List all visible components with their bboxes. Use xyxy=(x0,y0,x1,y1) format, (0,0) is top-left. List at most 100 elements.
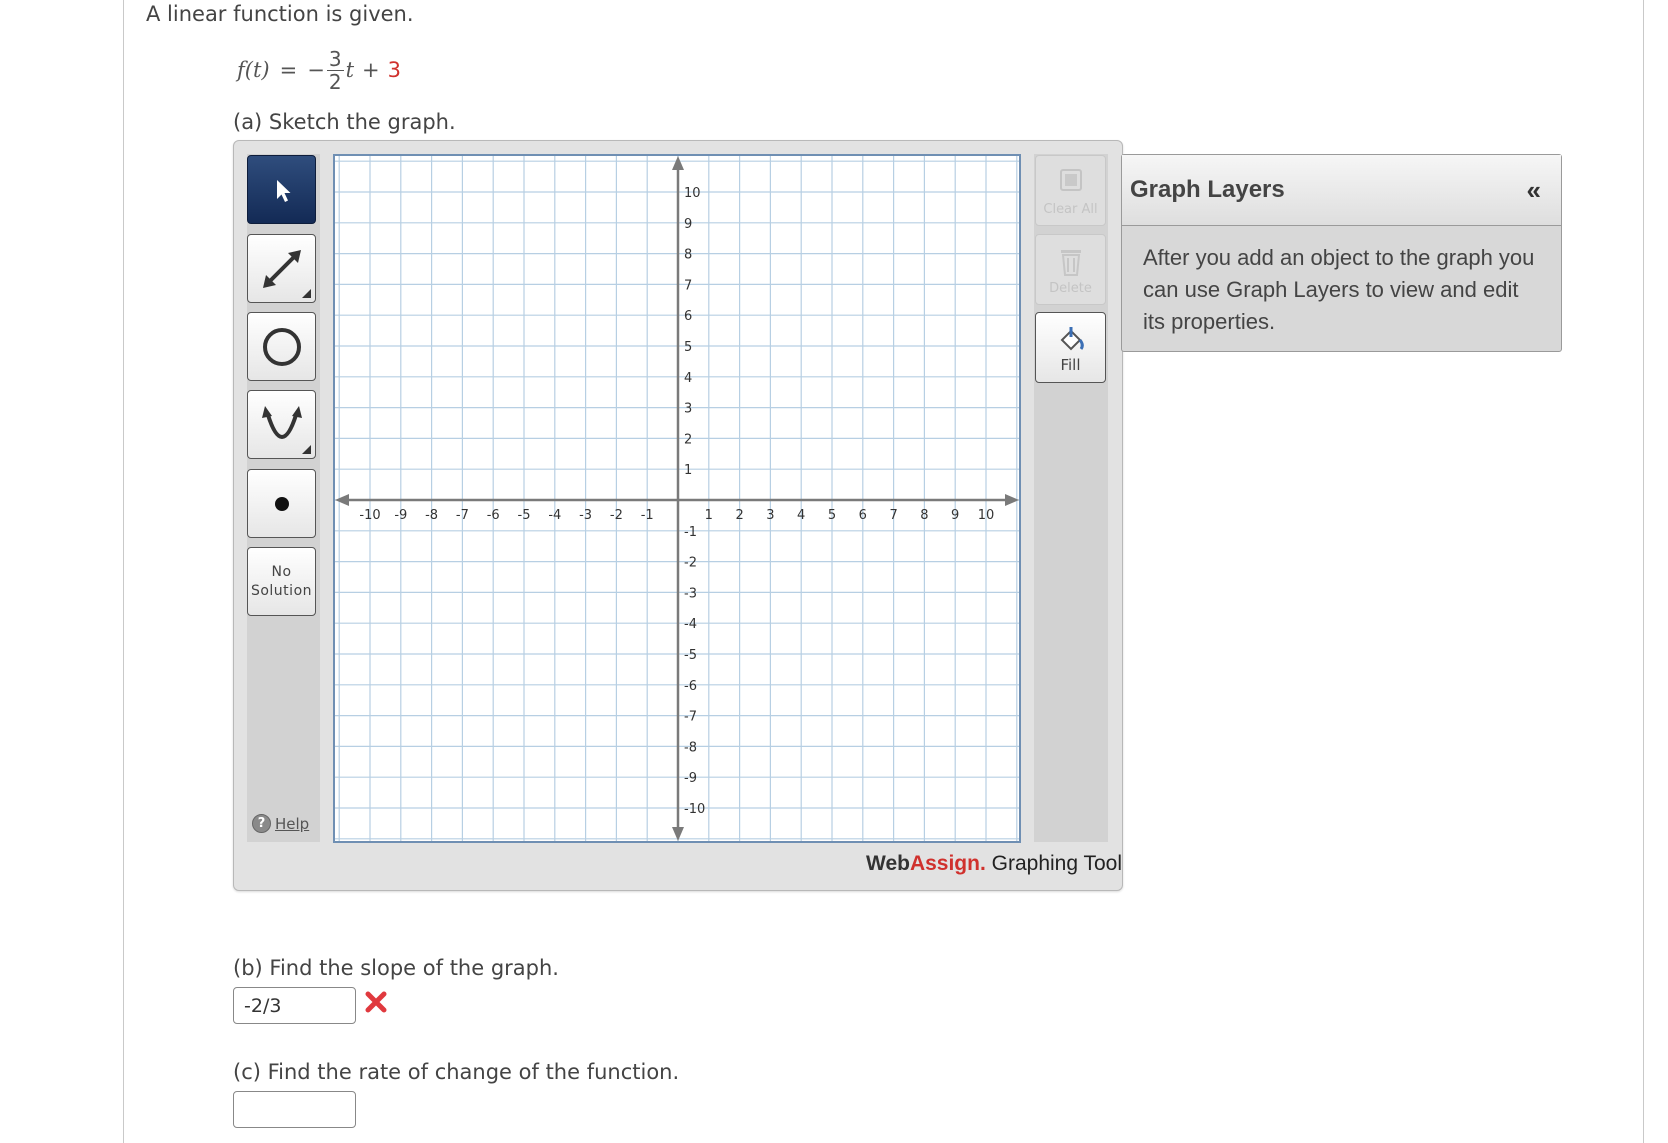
y-tick-label: -7 xyxy=(684,710,697,725)
function-formula: f(t) = − 3 2 t + 3 xyxy=(237,40,401,100)
page-border-right xyxy=(1643,0,1644,1143)
x-tick-label: 5 xyxy=(828,508,836,523)
y-axis-top-arrow xyxy=(672,156,684,170)
y-tick-label: 10 xyxy=(684,186,701,201)
webassign-brand: WebAssign. Graphing Tool xyxy=(866,852,1122,876)
parabola-tool-button[interactable] xyxy=(247,390,316,459)
x-tick-label: -4 xyxy=(548,508,561,523)
y-tick-label: 8 xyxy=(684,248,692,263)
brand-assign: Assign. xyxy=(909,852,986,875)
formula-constant: 3 xyxy=(387,58,401,82)
point-tool-button[interactable] xyxy=(247,469,316,538)
y-tick-label: 9 xyxy=(684,217,692,232)
parabola-tool-menu-corner xyxy=(302,445,311,454)
y-tick-label: 6 xyxy=(684,309,692,324)
x-tick-label: -3 xyxy=(579,508,592,523)
y-tick-label: 1 xyxy=(684,463,692,478)
x-tick-label: -2 xyxy=(610,508,623,523)
x-tick-label: 10 xyxy=(978,508,995,523)
line-tool-icon xyxy=(262,249,301,288)
collapse-icon[interactable]: « xyxy=(1527,175,1541,206)
brand-web: Web xyxy=(866,852,910,875)
y-tick-label: 5 xyxy=(684,340,692,355)
clear-all-label: Clear All xyxy=(1043,202,1098,217)
y-tick-label: -5 xyxy=(684,648,697,663)
y-tick-label: -4 xyxy=(684,617,697,632)
y-tick-label: 4 xyxy=(684,371,692,386)
x-tick-label: 3 xyxy=(766,508,774,523)
no-solution-button[interactable]: No Solution xyxy=(247,547,316,616)
y-tick-label: -2 xyxy=(684,556,697,571)
delete-label: Delete xyxy=(1049,281,1092,296)
x-tick-label: 7 xyxy=(889,508,897,523)
part-b-label: (b) Find the slope of the graph. xyxy=(233,956,559,980)
fill-label: Fill xyxy=(1060,356,1081,374)
coordinate-grid: -10 -9 -8 -7 -6 -5 -4 -3 -2 -1 1 2 3 4 5 6 7 8 9 10 10 9 8 7 6 5 4… xyxy=(335,156,1019,841)
formula-sign: − xyxy=(307,58,325,82)
formula-lhs: f(t) xyxy=(237,58,270,82)
question-intro: A linear function is given. xyxy=(146,2,414,26)
graph-layers-description: After you add an object to the graph you… xyxy=(1143,245,1535,334)
no-solution-line2: Solution xyxy=(250,582,313,599)
circle-tool-button[interactable] xyxy=(247,312,316,381)
x-tick-label: 6 xyxy=(859,508,867,523)
circle-tool-icon xyxy=(262,327,301,366)
line-tool-button[interactable] xyxy=(247,234,316,303)
y-tick-label: 3 xyxy=(684,402,692,417)
formula-denominator: 2 xyxy=(328,69,342,94)
x-tick-label: 4 xyxy=(797,508,805,523)
trash-icon xyxy=(1060,250,1081,276)
help-link[interactable]: ? Help xyxy=(252,814,309,833)
help-icon: ? xyxy=(252,814,271,833)
y-tick-label: -9 xyxy=(684,771,697,786)
y-tick-label: -6 xyxy=(684,679,697,694)
x-tick-label: -10 xyxy=(359,508,380,523)
delete-button[interactable]: Delete xyxy=(1035,234,1106,305)
point-tool-icon xyxy=(274,496,289,511)
incorrect-x-icon xyxy=(365,991,387,1013)
y-tick-label: -8 xyxy=(684,740,697,755)
slope-answer-input[interactable]: -2/3 xyxy=(233,987,356,1024)
x-tick-label: -7 xyxy=(456,508,469,523)
rate-of-change-input[interactable] xyxy=(233,1091,356,1128)
graph-layers-header: Graph Layers « xyxy=(1122,155,1561,226)
pointer-tool-button[interactable] xyxy=(247,155,316,224)
graph-layers-title: Graph Layers xyxy=(1130,176,1285,203)
x-tick-label: -8 xyxy=(425,508,438,523)
x-tick-label: -1 xyxy=(641,508,654,523)
formula-plus: + xyxy=(362,58,380,82)
x-tick-label: -6 xyxy=(487,508,500,523)
fill-button[interactable]: Fill xyxy=(1035,312,1106,383)
x-tick-label: -5 xyxy=(518,508,531,523)
graph-layers-panel: Graph Layers « After you add an object t… xyxy=(1121,154,1562,352)
y-tick-label: -1 xyxy=(684,525,697,540)
clear-all-button[interactable]: Clear All xyxy=(1035,155,1106,226)
y-tick-label: -10 xyxy=(684,802,705,817)
formula-variable: t xyxy=(345,58,355,82)
formula-numerator: 3 xyxy=(326,46,344,71)
part-c-label: (c) Find the rate of change of the funct… xyxy=(233,1060,680,1084)
clear-all-icon xyxy=(1059,169,1082,191)
parabola-tool-icon xyxy=(261,405,302,439)
part-a-label: (a) Sketch the graph. xyxy=(233,110,456,134)
graph-canvas[interactable]: -10 -9 -8 -7 -6 -5 -4 -3 -2 -1 1 2 3 4 5 6 7 8 9 10 10 9 8 7 6 5 4… xyxy=(333,154,1021,843)
x-tick-label: 8 xyxy=(920,508,928,523)
help-label: Help xyxy=(275,814,310,833)
x-tick-label: 2 xyxy=(735,508,743,523)
y-tick-label: -3 xyxy=(684,586,697,601)
no-solution-label: No Solution xyxy=(251,563,312,601)
brand-suffix: Graphing Tool xyxy=(985,852,1123,875)
formula-fraction: 3 2 xyxy=(326,46,344,94)
page-border-left xyxy=(123,0,124,1143)
x-tick-label: 1 xyxy=(705,508,713,523)
x-axis-left-arrow xyxy=(335,494,349,506)
x-tick-label: -9 xyxy=(394,508,407,523)
line-tool-menu-corner xyxy=(302,289,311,298)
no-solution-line1: No xyxy=(271,563,292,580)
paint-bucket-icon xyxy=(1060,327,1084,351)
pointer-arrow-icon xyxy=(276,179,290,202)
formula-equals: = xyxy=(279,58,298,82)
x-tick-label: 9 xyxy=(951,508,959,523)
y-tick-label: 2 xyxy=(684,432,692,447)
y-tick-label: 7 xyxy=(684,278,692,293)
